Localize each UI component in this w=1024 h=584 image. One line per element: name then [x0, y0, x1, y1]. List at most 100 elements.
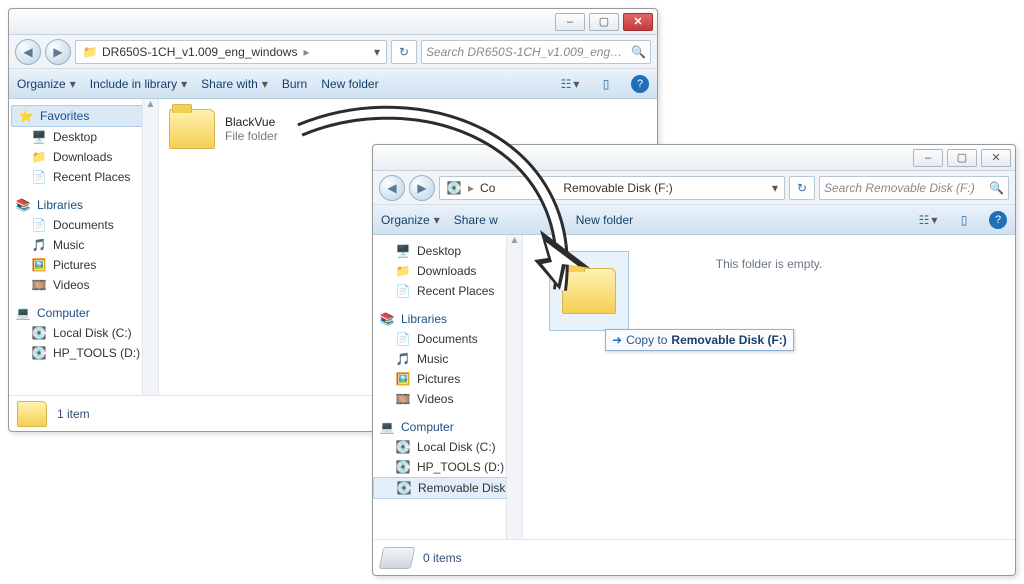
- search-icon: 🔍: [989, 181, 1004, 195]
- drag-tooltip-dest: Removable Disk (F:): [671, 333, 786, 347]
- sidebar-documents[interactable]: 📄Documents: [373, 329, 522, 349]
- forward-button[interactable]: ▶: [45, 39, 71, 65]
- organize-menu[interactable]: Organize: [381, 213, 440, 227]
- breadcrumb-dropdown[interactable]: [770, 181, 778, 195]
- preview-pane-button[interactable]: ▯: [953, 210, 975, 230]
- share-with-menu[interactable]: Share w: [454, 213, 498, 227]
- sidebar-removable-disk-f[interactable]: 💽Removable Disk (F:): [373, 477, 522, 499]
- chevron-right-icon: [466, 181, 476, 195]
- minimize-button[interactable]: –: [913, 149, 943, 167]
- sidebar-local-disk-c[interactable]: 💽Local Disk (C:): [9, 323, 158, 343]
- breadcrumb-segment[interactable]: DR650S-1CH_v1.009_eng_windows: [102, 45, 297, 59]
- close-button[interactable]: ✕: [981, 149, 1011, 167]
- titlebar[interactable]: – ▢ ✕: [373, 145, 1015, 171]
- sidebar-pictures[interactable]: 🖼️Pictures: [373, 369, 522, 389]
- help-button[interactable]: ?: [989, 211, 1007, 229]
- address-bar: ◀ ▶ 📁 DR650S-1CH_v1.009_eng_windows ↻ Se…: [9, 35, 657, 69]
- minimize-button[interactable]: –: [555, 13, 585, 31]
- folder-type: File folder: [225, 129, 278, 143]
- folder-icon: 📁: [82, 44, 98, 60]
- view-options-button[interactable]: ☷: [917, 210, 939, 230]
- computer-icon: 💻: [379, 419, 395, 435]
- sidebar-downloads[interactable]: 📁Downloads: [373, 261, 522, 281]
- maximize-button[interactable]: ▢: [947, 149, 977, 167]
- sidebar-computer[interactable]: 💻Computer: [9, 303, 158, 323]
- refresh-button[interactable]: ↻: [391, 40, 417, 64]
- folder-name: BlackVue: [225, 115, 278, 129]
- share-with-menu[interactable]: Share with: [201, 77, 268, 91]
- sidebar-desktop[interactable]: 🖥️Desktop: [373, 241, 522, 261]
- drag-ghost-selection: [549, 251, 629, 331]
- status-text: 0 items: [423, 551, 462, 565]
- titlebar[interactable]: – ▢ ✕: [9, 9, 657, 35]
- sidebar-music[interactable]: 🎵Music: [9, 235, 158, 255]
- include-in-library-menu[interactable]: Include in library: [90, 77, 187, 91]
- back-button[interactable]: ◀: [379, 175, 405, 201]
- back-button[interactable]: ◀: [15, 39, 41, 65]
- pictures-icon: 🖼️: [395, 371, 411, 387]
- new-folder-button[interactable]: New folder: [576, 213, 633, 227]
- help-button[interactable]: ?: [631, 75, 649, 93]
- sidebar-libraries[interactable]: 📚Libraries: [373, 309, 522, 329]
- copy-arrow-icon: ➜: [612, 333, 622, 347]
- organize-menu[interactable]: Organize: [17, 77, 76, 91]
- preview-pane-button[interactable]: ▯: [595, 74, 617, 94]
- sidebar-hp-tools-d[interactable]: 💽HP_TOOLS (D:): [373, 457, 522, 477]
- view-options-button[interactable]: ☷: [559, 74, 581, 94]
- sidebar-recent-places[interactable]: 📄Recent Places: [9, 167, 158, 187]
- sidebar-videos[interactable]: 🎞️Videos: [9, 275, 158, 295]
- sidebar-music[interactable]: 🎵Music: [373, 349, 522, 369]
- sidebar-computer[interactable]: 💻Computer: [373, 417, 522, 437]
- sidebar-desktop[interactable]: 🖥️Desktop: [9, 127, 158, 147]
- search-input[interactable]: Search Removable Disk (F:) 🔍: [819, 176, 1009, 200]
- sidebar-favorites[interactable]: ⭐ Favorites: [11, 105, 156, 127]
- new-folder-button[interactable]: New folder: [321, 77, 378, 91]
- sidebar-recent-places[interactable]: 📄Recent Places: [373, 281, 522, 301]
- drive-icon: 💽: [31, 325, 47, 341]
- maximize-button[interactable]: ▢: [589, 13, 619, 31]
- recent-icon: 📄: [31, 169, 47, 185]
- nav-scrollbar[interactable]: ▲: [142, 99, 158, 395]
- refresh-button[interactable]: ↻: [789, 176, 815, 200]
- sidebar-pictures[interactable]: 🖼️Pictures: [9, 255, 158, 275]
- folder-icon: [169, 109, 215, 149]
- navigation-pane: ▲ 🖥️Desktop 📁Downloads 📄Recent Places 📚L…: [373, 235, 523, 539]
- breadcrumb[interactable]: 📁 DR650S-1CH_v1.009_eng_windows: [75, 40, 387, 64]
- nav-scrollbar[interactable]: ▲: [506, 235, 522, 539]
- chevron-right-icon: [301, 45, 311, 59]
- videos-icon: 🎞️: [31, 277, 47, 293]
- drag-tooltip: ➜ Copy to Removable Disk (F:): [605, 329, 794, 351]
- close-button[interactable]: ✕: [623, 13, 653, 31]
- forward-button[interactable]: ▶: [409, 175, 435, 201]
- content-pane[interactable]: This folder is empty. ➜ Copy to Removabl…: [523, 235, 1015, 539]
- recent-icon: 📄: [395, 283, 411, 299]
- desktop-icon: 🖥️: [31, 129, 47, 145]
- drag-target: ➜ Copy to Removable Disk (F:): [549, 251, 649, 331]
- sidebar-hp-tools-d[interactable]: 💽HP_TOOLS (D:): [9, 343, 158, 363]
- folder-icon: [562, 268, 616, 314]
- sidebar-downloads[interactable]: 📁Downloads: [9, 147, 158, 167]
- sidebar-local-disk-c[interactable]: 💽Local Disk (C:): [373, 437, 522, 457]
- videos-icon: 🎞️: [395, 391, 411, 407]
- breadcrumb-dropdown[interactable]: [372, 45, 380, 59]
- folder-item-blackvue[interactable]: BlackVue File folder: [169, 109, 647, 149]
- music-icon: 🎵: [31, 237, 47, 253]
- document-icon: 📄: [395, 331, 411, 347]
- breadcrumb[interactable]: 💽 Co Removable Disk (F:): [439, 176, 785, 200]
- burn-button[interactable]: Burn: [282, 77, 307, 91]
- navigation-pane: ▲ ⭐ Favorites 🖥️Desktop 📁Downloads 📄Recen…: [9, 99, 159, 395]
- sidebar-videos[interactable]: 🎞️Videos: [373, 389, 522, 409]
- sidebar-libraries[interactable]: 📚Libraries: [9, 195, 158, 215]
- drive-icon: 💽: [396, 480, 412, 496]
- drive-icon: 💽: [395, 439, 411, 455]
- libraries-icon: 📚: [15, 197, 31, 213]
- breadcrumb-segment[interactable]: Co: [480, 181, 495, 195]
- music-icon: 🎵: [395, 351, 411, 367]
- search-input[interactable]: Search DR650S-1CH_v1.009_eng_windows 🔍: [421, 40, 651, 64]
- sidebar-documents[interactable]: 📄Documents: [9, 215, 158, 235]
- drive-icon: 💽: [446, 180, 462, 196]
- breadcrumb-segment[interactable]: Removable Disk (F:): [563, 181, 672, 195]
- sidebar-label: Favorites: [40, 109, 89, 123]
- desktop-icon: 🖥️: [395, 243, 411, 259]
- star-icon: ⭐: [18, 108, 34, 124]
